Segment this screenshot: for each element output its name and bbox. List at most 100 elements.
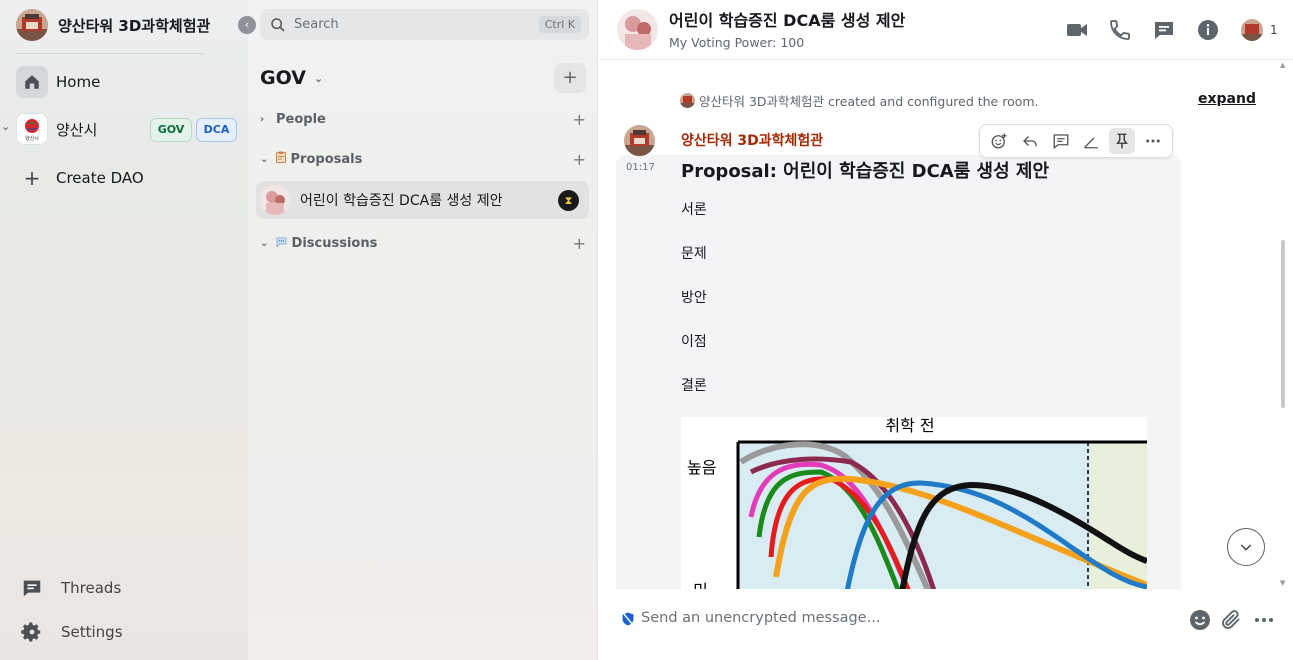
react-button[interactable] [986, 128, 1012, 154]
dca-pill[interactable]: DCA [196, 118, 237, 142]
sidebar-item-label: Threads [61, 579, 122, 597]
space-logo-text: 양산시 [25, 135, 39, 142]
reply-in-thread-button[interactable] [1048, 128, 1074, 154]
more-icon [1145, 139, 1160, 143]
attach-button[interactable] [1219, 608, 1243, 632]
search-shortcut: Ctrl K [538, 16, 581, 33]
sidebar-item-label: Home [56, 73, 101, 91]
member-avatar [1241, 19, 1263, 41]
reply-button[interactable] [1017, 128, 1043, 154]
member-count: 1 [1270, 23, 1278, 37]
sidebar-item-space[interactable]: ⌄ 양산시 양산시 [1, 113, 98, 145]
emoji-button[interactable] [1188, 608, 1212, 632]
section-label: Discussions [291, 235, 378, 251]
speech-bubble-icon [276, 237, 287, 247]
space-rail: 양산타워 3D과학체험관 Home ⌄ 양산시 양산시 GOV DCA + Cr… [0, 0, 248, 660]
section-discussions[interactable]: ⌄ Discussions + [260, 233, 586, 253]
message-timeline[interactable]: 양산타워 3D과학체험관 created and configured the … [599, 61, 1293, 589]
voice-call-button[interactable] [1108, 18, 1132, 42]
chevron-down-icon: ⌄ [260, 237, 269, 249]
room-view: 어린이 학습증진 DCA룸 생성 제안 My Voting Power: 100… [599, 0, 1293, 660]
space-title[interactable]: GOV ⌄ [260, 67, 323, 89]
sidebar-item-settings[interactable]: Settings [16, 616, 123, 648]
room-list-panel: Search Ctrl K GOV ⌄ + › People + ⌄ Propo… [248, 0, 598, 660]
event-text: 양산타워 3D과학체험관 created and configured the … [699, 94, 1039, 109]
expand-link[interactable]: expand [1198, 91, 1256, 107]
search-input[interactable]: Search Ctrl K [260, 9, 589, 40]
section-proposals[interactable]: ⌄ Proposals + [260, 149, 586, 169]
message-timestamp: 01:17 [626, 162, 655, 173]
scroll-down-arrow[interactable]: ▼ [1280, 579, 1285, 587]
edit-button[interactable] [1078, 128, 1104, 154]
figure-label-high: 높음 [687, 458, 716, 477]
figure-label-vertical: 민감 [690, 582, 709, 589]
add-reaction-icon [991, 133, 1007, 149]
pin-icon [1116, 133, 1128, 149]
proposal-section: 서론 [681, 202, 707, 218]
sidebar-item-label: Settings [61, 623, 123, 641]
add-proposal-button[interactable]: + [573, 150, 586, 169]
more-options-button[interactable] [1252, 608, 1276, 632]
proposal-image[interactable]: 취학 전 높음 민감 [681, 417, 1147, 589]
chevron-down-icon[interactable]: ⌄ [1, 120, 10, 133]
proposal-section: 결론 [681, 378, 707, 394]
collapse-sidebar-button[interactable]: ‹ [238, 16, 256, 34]
search-placeholder: Search [294, 17, 339, 32]
hourglass-icon: ⧗ [558, 189, 579, 211]
member-list-button[interactable]: 1 [1241, 19, 1278, 41]
room-header: 어린이 학습증진 DCA룸 생성 제안 My Voting Power: 100… [599, 0, 1293, 60]
home-icon [16, 66, 48, 98]
video-call-button[interactable] [1065, 18, 1089, 42]
gear-icon [16, 616, 48, 648]
scrollbar-thumb[interactable] [1281, 240, 1285, 408]
proposal-section: 방안 [681, 290, 707, 306]
search-icon [271, 17, 285, 32]
clipboard-icon [276, 151, 286, 163]
message-action-bar [979, 124, 1173, 158]
video-icon [1067, 24, 1087, 36]
proposal-section: 이점 [681, 334, 707, 350]
figure-title: 취학 전 [885, 417, 934, 435]
message-input[interactable]: Send an unencrypted message... [641, 610, 880, 626]
space-logo: 양산시 [16, 113, 48, 145]
room-name: 어린이 학습증진 DCA룸 생성 제안 [300, 193, 503, 209]
sidebar-item-create-dao[interactable]: + Create DAO [16, 162, 144, 194]
sender-avatar[interactable] [624, 125, 655, 156]
threads-button[interactable] [1152, 18, 1176, 42]
chevron-right-icon: › [260, 113, 265, 125]
plus-icon: + [23, 166, 41, 190]
thread-icon [1053, 134, 1069, 150]
section-people[interactable]: › People + [260, 109, 586, 129]
proposal-section: 문제 [681, 246, 707, 262]
phone-icon [1110, 20, 1130, 40]
room-created-event: 양산타워 3D과학체험관 created and configured the … [680, 91, 1039, 110]
pencil-icon [1084, 137, 1099, 149]
add-person-button[interactable]: + [573, 110, 586, 129]
room-info-button[interactable] [1196, 18, 1220, 42]
sidebar-item-home[interactable]: Home [16, 66, 100, 98]
event-avatar [680, 93, 695, 108]
scroll-up-arrow[interactable]: ▲ [1280, 61, 1285, 69]
unencrypted-shield-icon [622, 612, 634, 626]
voting-power: My Voting Power: 100 [669, 35, 805, 50]
section-label: Proposals [290, 152, 363, 167]
sidebar-item-threads[interactable]: Threads [16, 572, 121, 604]
message-composer: Send an unencrypted message... [599, 590, 1293, 660]
section-label: People [276, 111, 326, 127]
add-discussion-button[interactable]: + [573, 234, 586, 253]
org-header[interactable]: 양산타워 3D과학체험관 [16, 9, 210, 41]
chevron-down-icon: ⌄ [260, 153, 269, 165]
room-list-item[interactable]: 어린이 학습증진 DCA룸 생성 제안 ⧗ [256, 181, 589, 219]
pin-button[interactable] [1108, 128, 1135, 154]
chevron-down-icon: ⌄ [313, 71, 324, 85]
jump-to-bottom-button[interactable] [1227, 528, 1265, 566]
timeline-scrollbar[interactable]: ▲ ▼ [1280, 61, 1286, 589]
room-header-avatar[interactable] [617, 9, 658, 50]
paperclip-icon [1222, 610, 1240, 629]
add-room-button[interactable]: + [554, 63, 586, 93]
options-button[interactable] [1140, 128, 1166, 154]
room-avatar [260, 185, 290, 215]
gov-pill[interactable]: GOV [150, 118, 192, 142]
sender-name[interactable]: 양산타워 3D과학체험관 [681, 130, 823, 150]
sidebar-item-label: 양산시 [56, 120, 98, 139]
